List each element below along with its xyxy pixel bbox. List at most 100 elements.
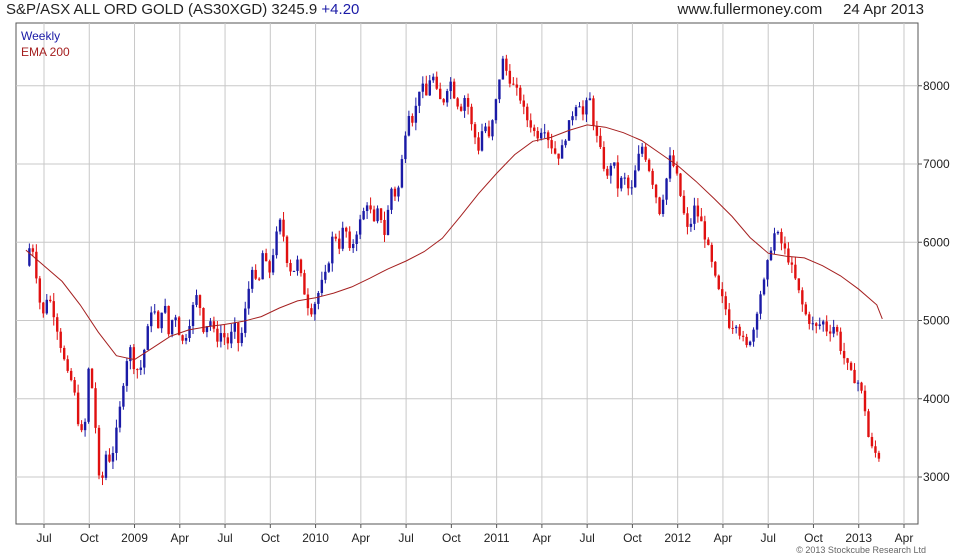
candle-body	[494, 99, 498, 121]
candle-body	[456, 98, 459, 107]
candle-body	[783, 243, 787, 249]
candle-body	[721, 289, 724, 297]
candle-body	[233, 322, 236, 332]
candle-body	[118, 406, 122, 428]
candle-body	[853, 369, 856, 384]
candle-body	[501, 58, 505, 80]
candle-body	[69, 370, 73, 381]
x-tick-label: 2013	[845, 531, 872, 545]
candle-body	[157, 311, 160, 329]
x-tick-label: Apr	[351, 531, 370, 545]
candle-body	[578, 106, 581, 108]
candle-body	[418, 91, 421, 106]
candle-body	[860, 382, 863, 391]
candle-body	[539, 132, 543, 139]
candle-body	[731, 327, 734, 329]
candle-body	[762, 279, 766, 295]
candle-body	[254, 269, 257, 279]
candle-body	[480, 131, 484, 151]
candle-body	[748, 341, 752, 346]
candle-body	[818, 324, 821, 326]
candle-body	[609, 165, 613, 176]
y-tick-label: 7000	[923, 157, 950, 171]
candle-body	[627, 177, 630, 189]
candle-body	[428, 80, 431, 96]
candle-body	[191, 304, 195, 327]
candle-body	[282, 219, 285, 237]
candle-body	[835, 326, 839, 332]
candle-body	[404, 135, 407, 160]
candle-body	[132, 347, 136, 370]
candle-body	[849, 362, 853, 370]
x-tick-label: Jul	[761, 531, 776, 545]
candle-body	[543, 132, 546, 134]
candle-body	[870, 436, 874, 447]
x-tick-label: Apr	[714, 531, 733, 545]
candle-body	[804, 304, 808, 315]
candle-body	[728, 309, 731, 328]
candle-body	[341, 227, 344, 249]
candle-body	[379, 208, 383, 220]
candle-body	[651, 170, 654, 185]
candle-body	[745, 336, 748, 346]
x-tick-label: 2011	[484, 531, 510, 545]
candle-body	[571, 116, 574, 121]
candle-body	[595, 125, 599, 136]
candle-body	[703, 221, 707, 240]
candle-body	[365, 205, 369, 212]
candle-body	[251, 269, 254, 289]
candle-body	[209, 321, 212, 327]
candle-body	[546, 132, 550, 141]
legend-ema-200: EMA 200	[21, 45, 70, 59]
candle-body	[630, 187, 633, 189]
candle-body	[700, 216, 703, 222]
candle-body	[362, 211, 365, 220]
candle-body	[633, 170, 637, 188]
candle-body	[170, 320, 174, 335]
candle-body	[550, 140, 553, 149]
candle-body	[345, 227, 348, 232]
candle-body	[828, 331, 832, 334]
candle-body	[644, 146, 647, 160]
candle-body	[564, 140, 567, 146]
candle-body	[588, 98, 592, 101]
candle-body	[351, 243, 355, 249]
x-tick-label: Oct	[623, 531, 642, 545]
candle-body	[59, 331, 62, 348]
candle-body	[125, 361, 129, 386]
candle-body	[42, 302, 45, 314]
candle-body	[376, 208, 379, 222]
candle-body	[452, 81, 456, 99]
candle-body	[101, 475, 104, 478]
x-tick-label: Apr	[170, 531, 189, 545]
candle-body	[432, 76, 435, 81]
candle-body	[693, 205, 696, 224]
y-tick-label: 5000	[923, 314, 950, 328]
candle-body	[623, 177, 626, 179]
x-tick-label: Apr	[895, 531, 914, 545]
candle-body	[560, 145, 564, 159]
candle-body	[76, 392, 80, 425]
x-tick-label: Jul	[579, 531, 594, 545]
candle-body	[442, 99, 445, 103]
candle-body	[484, 126, 487, 132]
candle-body	[240, 332, 243, 344]
candle-body	[769, 250, 773, 261]
candle-body	[717, 275, 720, 290]
candle-body	[665, 178, 668, 200]
candle-body	[780, 231, 783, 244]
candle-body	[139, 367, 142, 371]
candle-body	[773, 233, 776, 251]
candle-body	[790, 262, 794, 265]
candle-body	[755, 313, 759, 330]
candle-body	[292, 270, 296, 272]
candle-body	[268, 261, 271, 273]
x-tick-label: Jul	[36, 531, 51, 545]
candle-body	[808, 314, 811, 324]
candle-body	[794, 264, 797, 279]
candle-body	[752, 329, 755, 342]
candle-body	[661, 199, 665, 214]
candle-body	[247, 288, 250, 309]
candle-body	[842, 350, 846, 359]
candle-body	[108, 454, 111, 462]
